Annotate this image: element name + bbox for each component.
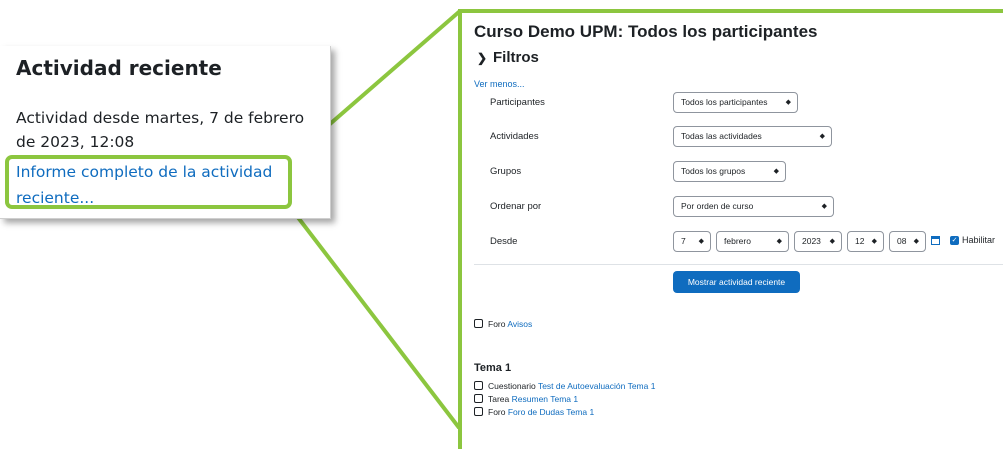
assignment-icon xyxy=(474,394,483,403)
filters-heading: Filtros xyxy=(493,49,539,66)
hour-select[interactable]: 12 ◆ xyxy=(847,231,884,252)
forum-icon xyxy=(474,407,483,416)
quiz-icon xyxy=(474,381,483,390)
activities-select[interactable]: Todas las actividades ◆ xyxy=(673,126,832,147)
activity-link[interactable]: Test de Autoevaluación Tema 1 xyxy=(538,381,656,391)
calendar-icon[interactable] xyxy=(931,236,940,245)
month-select[interactable]: febrero ◆ xyxy=(716,231,789,252)
enable-label: Habilitar xyxy=(962,235,996,245)
year-select[interactable]: 2023 ◆ xyxy=(794,231,842,252)
activity-since-text: Actividad desde martes, 7 de febrero de … xyxy=(16,109,305,151)
activity-row: Foro Foro de Dudas Tema 1 xyxy=(474,407,594,417)
divider xyxy=(474,264,1003,265)
minute-select[interactable]: 08 ◆ xyxy=(889,231,926,252)
groups-label: Grupos xyxy=(490,166,522,177)
show-recent-activity-button[interactable]: Mostrar actividad reciente xyxy=(673,271,800,293)
activity-link[interactable]: Foro de Dudas Tema 1 xyxy=(508,407,594,417)
chevron-updown-icon: ◆ xyxy=(785,99,791,106)
activities-label: Actividades xyxy=(490,131,539,142)
forum-icon xyxy=(474,319,483,328)
groups-select[interactable]: Todos los grupos ◆ xyxy=(673,161,786,182)
activity-row: Tarea Resumen Tema 1 xyxy=(474,394,578,404)
since-label: Desde xyxy=(490,236,518,247)
activity-link[interactable]: Avisos xyxy=(507,319,532,329)
filters-toggle[interactable]: ❯ Filtros xyxy=(477,49,539,66)
show-less-link[interactable]: Ver menos... xyxy=(474,79,525,89)
order-label: Ordenar por xyxy=(490,201,542,212)
chevron-down-icon: ❯ xyxy=(477,51,488,65)
order-select[interactable]: Por orden de curso ◆ xyxy=(673,196,834,217)
activity-row-foro-avisos: Foro Avisos xyxy=(474,319,532,329)
page-title: Curso Demo UPM: Todos los participantes xyxy=(474,22,818,41)
highlight-box xyxy=(5,155,292,209)
chevron-updown-icon: ◆ xyxy=(819,133,825,140)
section-title: Tema 1 xyxy=(474,362,512,374)
chevron-updown-icon: ◆ xyxy=(773,168,779,175)
participants-label: Participantes xyxy=(490,97,545,108)
activity-link[interactable]: Resumen Tema 1 xyxy=(512,394,578,404)
block-title: Actividad reciente xyxy=(16,56,222,80)
enable-checkbox[interactable]: ✓ xyxy=(950,236,959,245)
participants-select[interactable]: Todos los participantes ◆ xyxy=(673,92,798,113)
day-select[interactable]: 7 ◆ xyxy=(673,231,711,252)
activity-row: Cuestionario Test de Autoevaluación Tema… xyxy=(474,381,655,391)
chevron-updown-icon: ◆ xyxy=(821,203,827,210)
